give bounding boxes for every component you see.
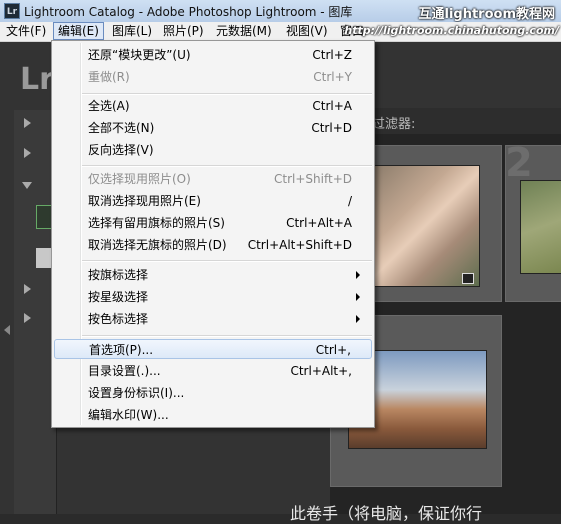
menu-item-catalog-settings[interactable]: 目录设置(.)... Ctrl+Alt+, — [54, 361, 372, 381]
bottom-caption: 此卷手（将电脑，保证你行 — [290, 504, 483, 523]
submenu-arrow-icon — [356, 315, 360, 323]
filter-label: 过滤器: — [372, 117, 416, 132]
menu-item-select-by-color[interactable]: 按色标选择 — [54, 309, 372, 329]
lightroom-logo: Lr — [20, 62, 54, 97]
expand-triangle-icon[interactable] — [24, 118, 31, 128]
url-watermark: http://lightroom.chinahutong.com/ — [344, 24, 559, 37]
menu-item-deselect-active[interactable]: 取消选择现用照片(E) / — [54, 191, 372, 211]
menu-item-invert-selection[interactable]: 反向选择(V) — [54, 140, 372, 160]
photo-thumbnail[interactable] — [370, 165, 480, 287]
submenu-arrow-icon — [356, 271, 360, 279]
submenu-arrow-icon — [356, 293, 360, 301]
menu-item-preferences[interactable]: 首选项(P)... Ctrl+, — [54, 339, 372, 359]
menu-metadata[interactable]: 元数据(M) — [212, 23, 276, 39]
expand-triangle-icon[interactable] — [24, 148, 31, 158]
menu-library[interactable]: 图库(L) — [108, 23, 156, 39]
menu-item-select-by-rating[interactable]: 按星级选择 — [54, 287, 372, 307]
site-watermark: 互通lightroom教程网 — [418, 7, 555, 22]
collapse-left-panel-icon[interactable] — [4, 325, 10, 335]
title-bar: Lr Lightroom Catalog - Adobe Photoshop L… — [0, 0, 561, 22]
menu-item-select-active-only[interactable]: 仅选择现用照片(O) Ctrl+Shift+D — [54, 169, 372, 189]
window-title: Lightroom Catalog - Adobe Photoshop Ligh… — [24, 5, 353, 19]
menu-photo[interactable]: 照片(P) — [159, 23, 208, 39]
menu-separator — [82, 93, 372, 95]
menu-item-undo[interactable]: 还原“模块更改”(U) Ctrl+Z — [54, 45, 372, 65]
menu-separator — [82, 260, 372, 262]
expand-triangle-icon[interactable] — [24, 313, 31, 323]
menu-separator — [82, 165, 372, 167]
menu-item-identity-plate[interactable]: 设置身份标识(I)... — [54, 383, 372, 403]
menu-file[interactable]: 文件(F) — [2, 23, 50, 39]
photo-thumbnail[interactable] — [520, 180, 561, 274]
menu-item-select-flagged[interactable]: 选择有留用旗标的照片(S) Ctrl+Alt+A — [54, 213, 372, 233]
menu-item-select-all[interactable]: 全选(A) Ctrl+A — [54, 96, 372, 116]
menu-item-redo[interactable]: 重做(R) Ctrl+Y — [54, 67, 372, 87]
edit-menu-dropdown: 还原“模块更改”(U) Ctrl+Z 重做(R) Ctrl+Y 全选(A) Ct… — [51, 40, 375, 428]
menu-item-edit-watermarks[interactable]: 编辑水印(W)... — [54, 405, 372, 425]
menu-view[interactable]: 视图(V) — [282, 23, 332, 39]
menu-edit[interactable]: 编辑(E) — [53, 22, 104, 40]
expand-triangle-icon[interactable] — [24, 284, 31, 294]
menu-item-deselect-unflagged[interactable]: 取消选择无旗标的照片(D) Ctrl+Alt+Shift+D — [54, 235, 372, 255]
collapse-triangle-icon[interactable] — [22, 182, 32, 189]
menu-separator — [82, 335, 372, 337]
menu-item-select-none[interactable]: 全部不选(N) Ctrl+D — [54, 118, 372, 138]
badge-icon — [462, 273, 474, 284]
lightroom-app-icon: Lr — [4, 3, 20, 19]
menu-item-select-by-flag[interactable]: 按旗标选择 — [54, 265, 372, 285]
